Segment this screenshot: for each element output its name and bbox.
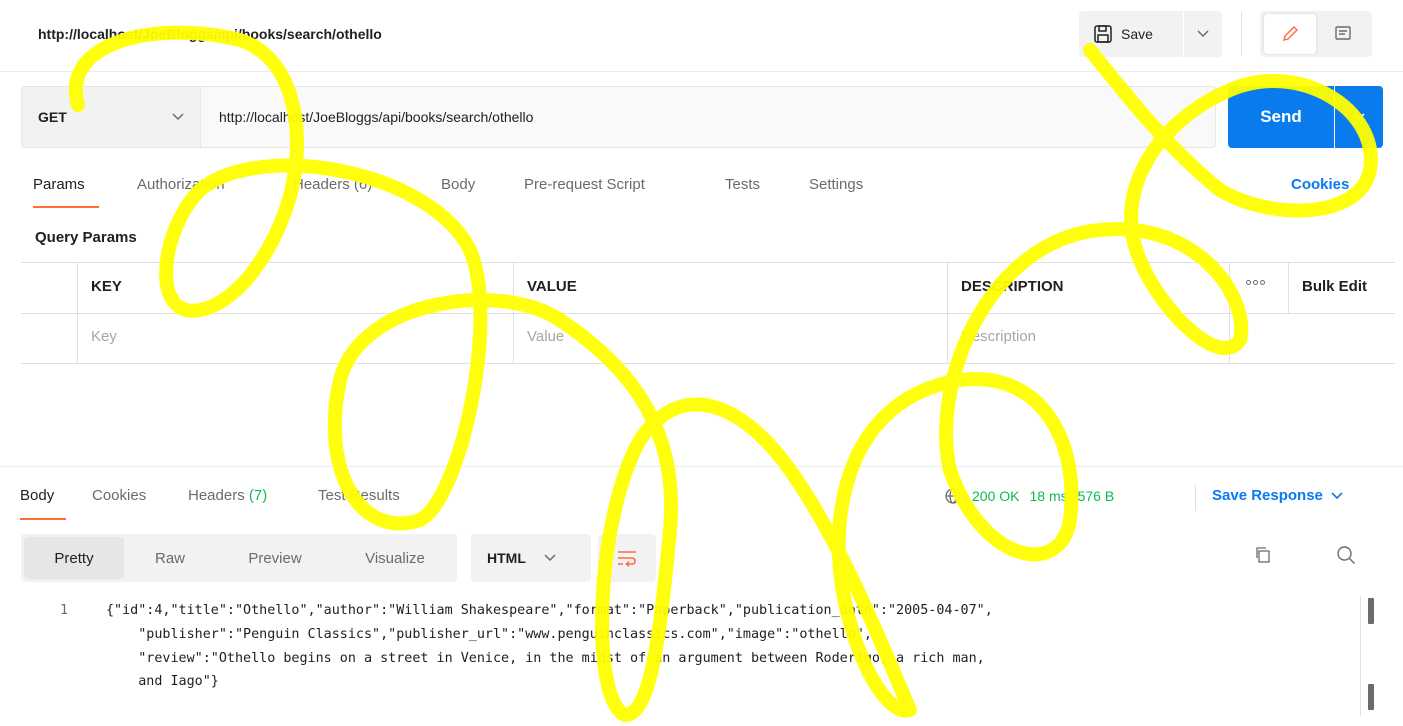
active-tab-indicator: [20, 518, 66, 520]
chevron-down-icon: [544, 554, 556, 562]
wrap-lines-icon: [618, 551, 636, 567]
scrollbar-thumb[interactable]: [1368, 684, 1374, 710]
save-button-label: Save: [1121, 26, 1153, 42]
tab-settings[interactable]: Settings: [809, 176, 863, 193]
active-tab-indicator: [33, 206, 99, 208]
response-size[interactable]: 576 B: [1078, 488, 1115, 504]
headers-count: (7): [248, 487, 268, 504]
key-field[interactable]: Key: [91, 328, 117, 345]
wrap-lines-button[interactable]: [598, 534, 656, 582]
table-column-divider: [1288, 262, 1289, 313]
response-tab-headers[interactable]: Headers (7): [188, 487, 267, 504]
floppy-disk-icon: [1094, 25, 1112, 43]
tab-body[interactable]: Body: [441, 176, 475, 193]
divider: [1195, 485, 1196, 511]
table-column-divider: [947, 262, 948, 364]
code-line-text: "review":"Othello begins on a street in …: [106, 651, 985, 666]
edit-mode-button[interactable]: [1264, 14, 1316, 54]
response-divider: [0, 466, 1403, 467]
description-field[interactable]: Description: [961, 328, 1036, 345]
status-code[interactable]: 200 OK: [972, 488, 1019, 504]
scrollbar-track[interactable]: [1360, 596, 1361, 716]
format-label: HTML: [487, 550, 526, 566]
query-params-heading: Query Params: [35, 229, 137, 246]
save-response-label: Save Response: [1212, 487, 1323, 504]
tab-tests[interactable]: Tests: [725, 176, 760, 193]
method-label: GET: [38, 109, 67, 125]
code-line: and Iago"}: [0, 671, 1403, 693]
column-header-key: KEY: [91, 278, 122, 295]
chevron-down-icon: [1331, 491, 1343, 499]
request-title[interactable]: http://localhost/JoeBloggs/api/books/sea…: [38, 26, 382, 42]
response-tab-body[interactable]: Body: [20, 487, 54, 504]
chevron-down-icon: [1353, 113, 1365, 121]
tab-pre-request-script[interactable]: Pre-request Script: [524, 176, 645, 193]
format-select[interactable]: HTML: [471, 534, 591, 582]
search-icon[interactable]: [1336, 545, 1356, 568]
code-line-text: "publisher":"Penguin Classics","publishe…: [106, 627, 872, 642]
code-line-text: and Iago"}: [106, 674, 219, 689]
send-button[interactable]: Send: [1228, 86, 1334, 148]
pencil-icon: [1283, 26, 1298, 41]
code-line: 1 {"id":4,"title":"Othello","author":"Wi…: [0, 600, 1403, 622]
view-tab-visualize[interactable]: Visualize: [338, 534, 452, 582]
table-column-divider: [77, 262, 78, 364]
response-time[interactable]: 18 ms: [1029, 488, 1067, 504]
table-column-divider: [513, 262, 514, 364]
value-field[interactable]: Value: [527, 328, 564, 345]
code-line: "publisher":"Penguin Classics","publishe…: [0, 624, 1403, 646]
table-row-divider: [21, 313, 1395, 314]
save-options-button[interactable]: [1184, 11, 1222, 57]
view-tab-raw[interactable]: Raw: [130, 534, 210, 582]
send-options-button[interactable]: [1335, 86, 1383, 148]
scrollbar-thumb[interactable]: [1368, 598, 1374, 624]
save-button[interactable]: Save: [1079, 11, 1183, 57]
globe-icon: [945, 488, 961, 504]
url-input[interactable]: [201, 86, 1216, 148]
method-select[interactable]: GET: [21, 86, 201, 148]
code-line: "review":"Othello begins on a street in …: [0, 648, 1403, 670]
cookies-link[interactable]: Cookies: [1291, 176, 1349, 193]
more-options-icon[interactable]: [1246, 280, 1265, 285]
line-number: 1: [60, 603, 69, 618]
comment-icon: [1335, 26, 1351, 40]
response-status: 200 OK 18 ms 576 B: [944, 487, 1114, 505]
copy-icon[interactable]: [1254, 546, 1272, 567]
comments-button[interactable]: [1318, 14, 1368, 54]
table-column-divider: [1229, 262, 1230, 364]
tab-authorization[interactable]: Authorization: [137, 176, 225, 193]
chevron-down-icon: [172, 113, 184, 121]
tab-headers[interactable]: Headers (6): [293, 176, 372, 193]
view-tab-pretty[interactable]: Pretty: [24, 537, 124, 579]
code-line-text: {"id":4,"title":"Othello","author":"Will…: [106, 603, 993, 618]
bulk-edit-button[interactable]: Bulk Edit: [1302, 278, 1367, 295]
divider: [1241, 12, 1242, 56]
response-tab-cookies[interactable]: Cookies: [92, 487, 146, 504]
tab-params[interactable]: Params: [33, 176, 85, 193]
chevron-down-icon: [1197, 30, 1209, 38]
view-tab-preview[interactable]: Preview: [222, 534, 328, 582]
save-response-button[interactable]: Save Response: [1212, 487, 1343, 504]
column-header-description: DESCRIPTION: [961, 278, 1064, 295]
column-header-value: VALUE: [527, 278, 577, 295]
response-tab-test-results[interactable]: Test Results: [318, 487, 400, 504]
